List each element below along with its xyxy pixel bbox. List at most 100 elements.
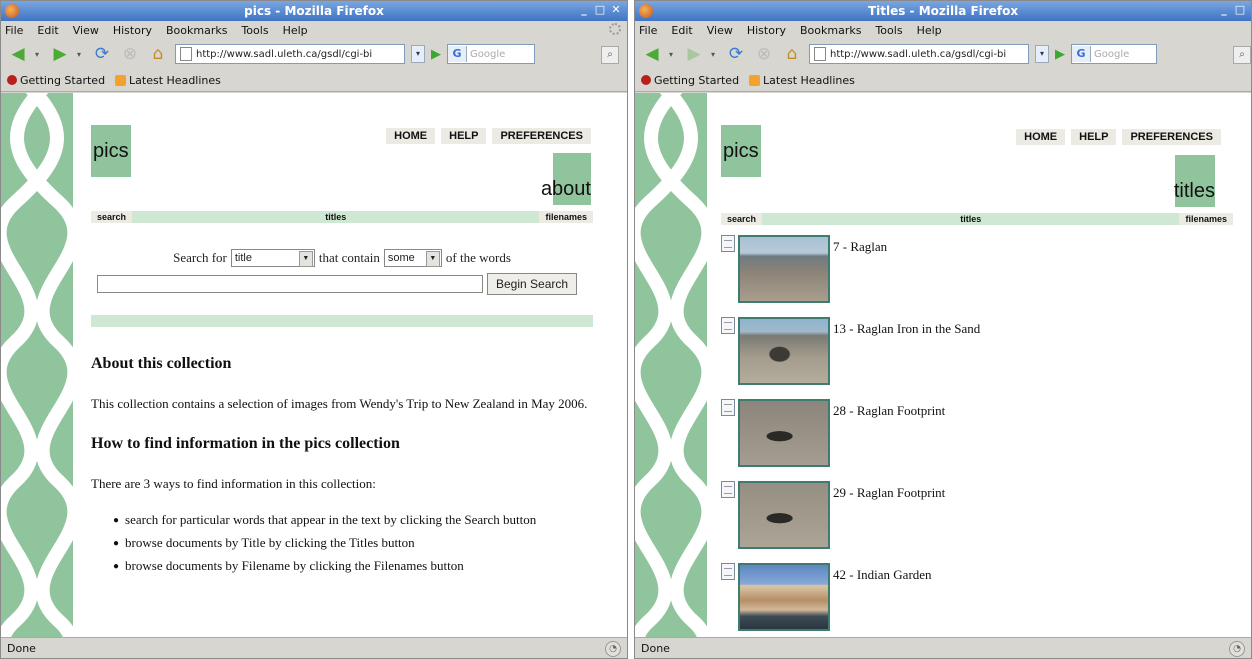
tab-titles[interactable]: titles bbox=[954, 213, 987, 225]
reload-icon[interactable]: ⟳ bbox=[91, 43, 113, 65]
list-item: browse documents by Title by clicking th… bbox=[113, 532, 591, 555]
help-button[interactable]: HELP bbox=[441, 128, 487, 144]
tab-titles[interactable]: titles bbox=[319, 211, 352, 223]
search-query-input[interactable] bbox=[97, 275, 483, 293]
result-title[interactable]: 7 - Raglan bbox=[833, 239, 887, 255]
braid-border-decoration bbox=[635, 93, 707, 638]
chevron-down-icon: ▼ bbox=[425, 251, 440, 267]
forward-history-dropdown-icon[interactable]: ▾ bbox=[711, 50, 719, 59]
search-mode-select[interactable]: some ▼ bbox=[383, 249, 442, 267]
list-item: 13 - Raglan Iron in the Sand bbox=[721, 317, 980, 385]
search-box[interactable]: G Google bbox=[447, 44, 535, 64]
back-history-dropdown-icon[interactable]: ▾ bbox=[35, 50, 43, 59]
tab-filenames[interactable]: filenames bbox=[539, 211, 593, 223]
page-content: pics HOME HELP PREFERENCES titles search… bbox=[635, 93, 1251, 638]
document-icon[interactable] bbox=[721, 235, 735, 252]
collection-logo[interactable]: pics bbox=[91, 125, 131, 177]
url-history-dropdown-icon[interactable]: ▾ bbox=[1035, 45, 1049, 63]
stop-icon[interactable]: ⊗ bbox=[753, 43, 775, 65]
back-arrow-icon[interactable]: ◀ bbox=[7, 43, 29, 65]
menu-view[interactable]: View bbox=[73, 24, 99, 37]
menu-file[interactable]: File bbox=[5, 24, 23, 37]
search-box[interactable]: G Google bbox=[1071, 44, 1157, 64]
preferences-button[interactable]: PREFERENCES bbox=[492, 128, 591, 144]
go-icon[interactable]: ▶ bbox=[1055, 47, 1065, 62]
back-arrow-icon[interactable]: ◀ bbox=[641, 43, 663, 65]
menu-help[interactable]: Help bbox=[283, 24, 308, 37]
home-icon[interactable]: ⌂ bbox=[781, 43, 803, 65]
bookmark-getting-started[interactable]: Getting Started bbox=[7, 74, 105, 87]
thumbnail-image[interactable] bbox=[738, 399, 830, 467]
search-label-after: of the words bbox=[445, 250, 511, 265]
back-history-dropdown-icon[interactable]: ▾ bbox=[669, 50, 677, 59]
stop-icon[interactable]: ⊗ bbox=[119, 43, 141, 65]
collection-logo[interactable]: pics bbox=[721, 125, 761, 177]
maximize-icon[interactable]: □ bbox=[1233, 3, 1247, 17]
help-button[interactable]: HELP bbox=[1071, 129, 1117, 145]
document-icon[interactable] bbox=[721, 563, 735, 580]
search-placeholder: Google bbox=[470, 48, 506, 60]
search-engine-icon[interactable]: G bbox=[448, 46, 467, 62]
menu-history[interactable]: History bbox=[747, 24, 786, 37]
thumbnail-image[interactable] bbox=[738, 563, 830, 631]
list-item: browse documents by Filename by clicking… bbox=[113, 555, 591, 578]
search-field-select[interactable]: title ▼ bbox=[230, 249, 315, 267]
rss-icon bbox=[749, 74, 761, 86]
result-title[interactable]: 42 - Indian Garden bbox=[833, 567, 932, 583]
url-text: http://www.sadl.uleth.ca/gsdl/cgi-bi bbox=[830, 48, 1007, 60]
result-title[interactable]: 13 - Raglan Iron in the Sand bbox=[833, 321, 980, 337]
navigation-toolbar: ◀ ▾ ▶ ▾ ⟳ ⊗ ⌂ http://www.sadl.uleth.ca/g… bbox=[635, 39, 1251, 69]
home-button[interactable]: HOME bbox=[1016, 129, 1066, 145]
minimize-icon[interactable]: _ bbox=[1217, 3, 1231, 17]
url-bar[interactable]: http://www.sadl.uleth.ca/gsdl/cgi-bi bbox=[809, 44, 1029, 64]
magnifier-icon[interactable]: ⌕ bbox=[601, 46, 619, 64]
preferences-button[interactable]: PREFERENCES bbox=[1122, 129, 1221, 145]
bookmark-latest-headlines[interactable]: Latest Headlines bbox=[749, 74, 855, 87]
thumbnail-image[interactable] bbox=[738, 317, 830, 385]
url-history-dropdown-icon[interactable]: ▾ bbox=[411, 45, 425, 63]
maximize-icon[interactable]: □ bbox=[593, 3, 607, 17]
result-title[interactable]: 29 - Raglan Footprint bbox=[833, 485, 945, 501]
thumbnail-image[interactable] bbox=[738, 481, 830, 549]
minimize-icon[interactable]: _ bbox=[577, 3, 591, 17]
tab-filenames[interactable]: filenames bbox=[1179, 213, 1233, 225]
begin-search-button[interactable]: Begin Search bbox=[487, 273, 578, 295]
url-bar[interactable]: http://www.sadl.uleth.ca/gsdl/cgi-bi bbox=[175, 44, 405, 64]
close-icon[interactable]: ✕ bbox=[609, 3, 623, 17]
bookmark-latest-headlines[interactable]: Latest Headlines bbox=[115, 74, 221, 87]
tab-search[interactable]: search bbox=[721, 213, 763, 225]
search-engine-icon[interactable]: G bbox=[1072, 46, 1091, 62]
menu-view[interactable]: View bbox=[707, 24, 733, 37]
menu-tools[interactable]: Tools bbox=[241, 24, 268, 37]
security-icon[interactable]: ◔ bbox=[1229, 641, 1245, 657]
home-button[interactable]: HOME bbox=[386, 128, 436, 144]
forward-arrow-icon[interactable]: ▶ bbox=[683, 43, 705, 65]
document-icon[interactable] bbox=[721, 481, 735, 498]
thumbnail-image[interactable] bbox=[738, 235, 830, 303]
security-icon[interactable]: ◔ bbox=[605, 641, 621, 657]
magnifier-icon[interactable]: ⌕ bbox=[1233, 46, 1251, 64]
home-icon[interactable]: ⌂ bbox=[147, 43, 169, 65]
result-title[interactable]: 28 - Raglan Footprint bbox=[833, 403, 945, 419]
go-icon[interactable]: ▶ bbox=[431, 47, 441, 62]
document-icon[interactable] bbox=[721, 399, 735, 416]
menu-history[interactable]: History bbox=[113, 24, 152, 37]
about-heading: About this collection bbox=[91, 355, 232, 372]
forward-arrow-icon[interactable]: ▶ bbox=[49, 43, 71, 65]
tab-search[interactable]: search bbox=[91, 211, 133, 223]
bookmark-getting-started[interactable]: Getting Started bbox=[641, 74, 739, 87]
menu-help[interactable]: Help bbox=[917, 24, 942, 37]
menu-bookmarks[interactable]: Bookmarks bbox=[166, 24, 227, 37]
menu-edit[interactable]: Edit bbox=[37, 24, 58, 37]
document-icon[interactable] bbox=[721, 317, 735, 334]
top-navigation: HOME HELP PREFERENCES bbox=[386, 128, 591, 144]
about-description: This collection contains a selection of … bbox=[91, 396, 588, 411]
menu-edit[interactable]: Edit bbox=[671, 24, 692, 37]
window-title: Titles - Mozilla Firefox bbox=[867, 4, 1019, 18]
reload-icon[interactable]: ⟳ bbox=[725, 43, 747, 65]
menu-bookmarks[interactable]: Bookmarks bbox=[800, 24, 861, 37]
menu-tools[interactable]: Tools bbox=[875, 24, 902, 37]
forward-history-dropdown-icon[interactable]: ▾ bbox=[77, 50, 85, 59]
menu-file[interactable]: File bbox=[639, 24, 657, 37]
about-section: About this collection This collection co… bbox=[91, 355, 591, 578]
